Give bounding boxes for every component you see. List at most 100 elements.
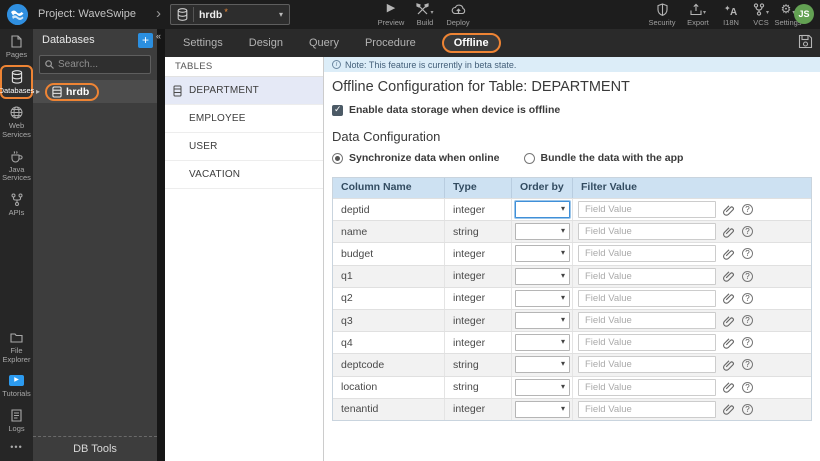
- column-type-cell: string: [445, 376, 512, 398]
- column-type-cell: string: [445, 354, 512, 376]
- tab-procedure[interactable]: Procedure: [365, 37, 416, 49]
- radio-bundle[interactable]: Bundle the data with the app: [523, 152, 683, 164]
- enable-offline-checkbox[interactable]: [332, 104, 343, 116]
- bind-paperclip-icon[interactable]: [723, 270, 735, 282]
- sidebar-item-logs[interactable]: Logs: [0, 403, 33, 438]
- column-name-cell: deptcode: [333, 354, 445, 376]
- tables-panel-title: TABLES: [165, 57, 323, 77]
- save-icon[interactable]: [798, 34, 813, 49]
- bind-paperclip-icon[interactable]: [723, 359, 735, 371]
- column-type-cell: integer: [445, 199, 512, 221]
- sidebar-item-file-explorer[interactable]: File Explorer: [0, 325, 33, 368]
- header-type: Type: [445, 178, 512, 198]
- add-database-button[interactable]: [138, 32, 153, 48]
- bind-paperclip-icon[interactable]: [723, 204, 735, 216]
- help-icon[interactable]: [742, 359, 753, 371]
- sidebar-item-pages[interactable]: Pages: [0, 29, 33, 64]
- panel-divider: [157, 29, 165, 461]
- expand-arrow-icon[interactable]: [36, 87, 45, 96]
- collapse-panel-icon[interactable]: [156, 31, 161, 41]
- bind-paperclip-icon[interactable]: [723, 226, 735, 238]
- table-item-user[interactable]: USER: [165, 133, 323, 161]
- filter-value-input[interactable]: [578, 400, 716, 418]
- filter-value-input[interactable]: [578, 223, 716, 241]
- user-avatar[interactable]: JS: [794, 4, 814, 24]
- order-by-select[interactable]: [515, 378, 570, 396]
- radio-icon[interactable]: [332, 152, 343, 164]
- export-button[interactable]: Export: [681, 2, 715, 28]
- help-icon[interactable]: [742, 270, 753, 282]
- radio-icon[interactable]: [523, 152, 535, 164]
- db-tools-button[interactable]: DB Tools: [33, 436, 157, 461]
- editor-tab-bar: Settings Design Query Procedure Offline: [165, 29, 820, 57]
- order-by-select[interactable]: [515, 312, 570, 330]
- help-icon[interactable]: [742, 248, 753, 260]
- bind-paperclip-icon[interactable]: [723, 403, 735, 416]
- filter-value-input[interactable]: [578, 334, 716, 352]
- sidebar-item-apis[interactable]: APIs: [0, 187, 33, 222]
- wavemaker-logo-icon: [7, 4, 28, 25]
- security-button[interactable]: Security: [645, 2, 679, 28]
- filter-value-input[interactable]: [578, 201, 716, 219]
- more-icon: [10, 442, 22, 453]
- coffee-cup-icon: [10, 149, 23, 164]
- help-icon[interactable]: [742, 381, 753, 393]
- help-icon[interactable]: [742, 337, 753, 349]
- order-by-select[interactable]: [515, 289, 570, 307]
- order-by-select[interactable]: [515, 400, 570, 418]
- sidebar-item-tutorials[interactable]: Tutorials: [0, 368, 33, 403]
- filter-value-input[interactable]: [578, 267, 716, 285]
- bind-paperclip-icon[interactable]: [723, 337, 735, 349]
- column-name-cell: q4: [333, 332, 445, 354]
- header-filter-value: Filter Value: [581, 181, 638, 193]
- preview-button[interactable]: Preview: [374, 2, 408, 28]
- cloud-upload-icon: [451, 4, 465, 15]
- order-by-select[interactable]: [515, 201, 570, 219]
- column-name-cell: deptid: [333, 199, 445, 221]
- sidebar-item-java-services[interactable]: Java Services: [0, 144, 33, 187]
- sidebar-item-web-services[interactable]: Web Services: [0, 100, 33, 143]
- help-icon[interactable]: [742, 226, 753, 238]
- filter-value-input[interactable]: [578, 356, 716, 374]
- help-icon[interactable]: [742, 292, 753, 304]
- tab-settings[interactable]: Settings: [183, 37, 223, 49]
- table-rows: deptid integer name s: [333, 198, 811, 420]
- bind-paperclip-icon[interactable]: [723, 248, 735, 260]
- hrdb-highlight[interactable]: hrdb: [45, 82, 100, 101]
- filter-value-input[interactable]: [578, 378, 716, 396]
- branch-icon: [753, 3, 765, 16]
- order-by-select[interactable]: [515, 267, 570, 285]
- column-name-cell: q3: [333, 309, 445, 332]
- tab-offline[interactable]: Offline: [441, 33, 501, 53]
- folder-icon: [10, 330, 23, 345]
- database-selector-dropdown[interactable]: hrdb *: [170, 4, 290, 25]
- table-item-employee[interactable]: EMPLOYEE: [165, 105, 323, 133]
- page-icon: [11, 34, 22, 49]
- bind-paperclip-icon[interactable]: [723, 315, 735, 327]
- bind-paperclip-icon[interactable]: [723, 292, 735, 305]
- sidebar-item-databases[interactable]: Databases: [0, 64, 34, 100]
- bind-paperclip-icon[interactable]: [723, 381, 735, 393]
- filter-value-input[interactable]: [578, 245, 716, 263]
- help-icon[interactable]: [742, 315, 753, 327]
- order-by-select[interactable]: [515, 223, 570, 241]
- order-by-select[interactable]: [515, 334, 570, 352]
- order-by-select[interactable]: [515, 356, 570, 374]
- tab-design[interactable]: Design: [249, 37, 283, 49]
- db-tree-item-hrdb[interactable]: hrdb: [33, 80, 157, 103]
- filter-value-input[interactable]: [578, 312, 716, 330]
- filter-value-input[interactable]: [578, 289, 716, 307]
- order-by-select[interactable]: [515, 245, 570, 263]
- i18n-button[interactable]: ✦ A I18N: [714, 2, 748, 28]
- sidebar-more-button[interactable]: [0, 437, 33, 461]
- help-icon[interactable]: [742, 403, 753, 415]
- database-search[interactable]: [39, 55, 151, 74]
- tab-query[interactable]: Query: [309, 37, 339, 49]
- table-item-vacation[interactable]: VACATION: [165, 161, 323, 189]
- deploy-button[interactable]: Deploy: [441, 2, 475, 28]
- search-input[interactable]: [58, 59, 145, 70]
- help-icon[interactable]: [742, 204, 753, 216]
- build-button[interactable]: Build: [408, 2, 442, 28]
- radio-synchronize[interactable]: Synchronize data when online: [332, 152, 500, 164]
- table-item-department[interactable]: DEPARTMENT: [165, 77, 323, 105]
